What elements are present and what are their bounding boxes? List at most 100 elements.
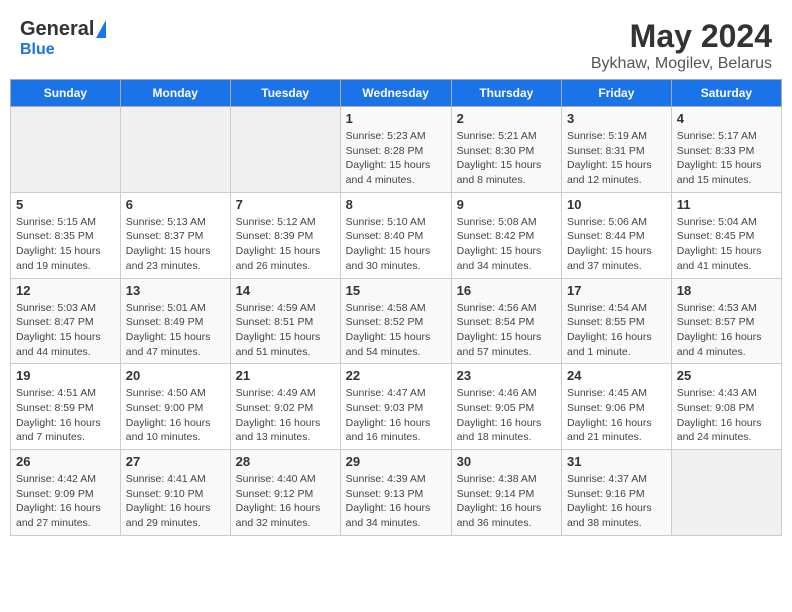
calendar-subtitle: Bykhaw, Mogilev, Belarus [591,55,772,73]
day-info: Sunrise: 5:12 AM Sunset: 8:39 PM Dayligh… [236,215,335,274]
calendar-week-row: 26Sunrise: 4:42 AM Sunset: 9:09 PM Dayli… [11,450,782,536]
day-info: Sunrise: 4:59 AM Sunset: 8:51 PM Dayligh… [236,301,335,360]
weekday-header: Wednesday [340,80,451,107]
day-info: Sunrise: 4:37 AM Sunset: 9:16 PM Dayligh… [567,472,666,531]
weekday-header: Sunday [11,80,121,107]
day-number: 10 [567,197,666,212]
calendar-day-cell: 29 Sunrise: 4:39 AM Sunset: 9:13 PM Dayli… [340,450,451,536]
weekday-header: Monday [120,80,230,107]
calendar-day-cell: 28 Sunrise: 4:40 AM Sunset: 9:12 PM Dayli… [230,450,340,536]
calendar-day-cell: 4Sunrise: 5:17 AM Sunset: 8:33 PM Daylig… [671,107,781,193]
day-number: 18 [677,283,776,298]
weekday-header: Saturday [671,80,781,107]
calendar-day-cell: 9 Sunrise: 5:08 AM Sunset: 8:42 PM Daylig… [451,192,561,278]
day-info: Sunrise: 5:08 AM Sunset: 8:42 PM Dayligh… [457,215,556,274]
day-info: Sunrise: 4:38 AM Sunset: 9:14 PM Dayligh… [457,472,556,531]
calendar-week-row: 12 Sunrise: 5:03 AM Sunset: 8:47 PM Dayli… [11,278,782,364]
day-info: Sunrise: 4:45 AM Sunset: 9:06 PM Dayligh… [567,386,666,445]
calendar-day-cell: 30 Sunrise: 4:38 AM Sunset: 9:14 PM Dayli… [451,450,561,536]
day-number: 31 [567,454,666,469]
day-info: Sunrise: 4:46 AM Sunset: 9:05 PM Dayligh… [457,386,556,445]
calendar-day-cell: 20Sunrise: 4:50 AM Sunset: 9:00 PM Dayli… [120,364,230,450]
calendar-day-cell: 31 Sunrise: 4:37 AM Sunset: 9:16 PM Dayli… [562,450,672,536]
day-number: 17 [567,283,666,298]
calendar-day-cell: 11 Sunrise: 5:04 AM Sunset: 8:45 PM Dayli… [671,192,781,278]
weekday-header: Tuesday [230,80,340,107]
calendar-day-cell: 8 Sunrise: 5:10 AM Sunset: 8:40 PM Daylig… [340,192,451,278]
day-number: 21 [236,368,335,383]
calendar-day-cell: 16Sunrise: 4:56 AM Sunset: 8:54 PM Dayli… [451,278,561,364]
calendar-day-cell: 3 Sunrise: 5:19 AM Sunset: 8:31 PM Daylig… [562,107,672,193]
day-info: Sunrise: 4:47 AM Sunset: 9:03 PM Dayligh… [346,386,446,445]
day-info: Sunrise: 5:10 AM Sunset: 8:40 PM Dayligh… [346,215,446,274]
calendar-day-cell: 19 Sunrise: 4:51 AM Sunset: 8:59 PM Dayli… [11,364,121,450]
calendar-day-cell: 23Sunrise: 4:46 AM Sunset: 9:05 PM Dayli… [451,364,561,450]
day-number: 25 [677,368,776,383]
day-number: 26 [16,454,115,469]
day-info: Sunrise: 4:51 AM Sunset: 8:59 PM Dayligh… [16,386,115,445]
day-number: 6 [126,197,225,212]
day-info: Sunrise: 4:49 AM Sunset: 9:02 PM Dayligh… [236,386,335,445]
calendar-day-cell: 10 Sunrise: 5:06 AM Sunset: 8:44 PM Dayli… [562,192,672,278]
day-info: Sunrise: 5:04 AM Sunset: 8:45 PM Dayligh… [677,215,776,274]
day-info: Sunrise: 4:40 AM Sunset: 9:12 PM Dayligh… [236,472,335,531]
day-info: Sunrise: 5:23 AM Sunset: 8:28 PM Dayligh… [346,129,446,188]
calendar-day-cell: 1 Sunrise: 5:23 AM Sunset: 8:28 PM Daylig… [340,107,451,193]
day-info: Sunrise: 5:21 AM Sunset: 8:30 PM Dayligh… [457,129,556,188]
day-number: 3 [567,111,666,126]
logo-blue-text: Blue [20,41,55,59]
day-info: Sunrise: 4:53 AM Sunset: 8:57 PM Dayligh… [677,301,776,360]
calendar-table: SundayMondayTuesdayWednesdayThursdayFrid… [10,79,782,536]
day-info: Sunrise: 5:19 AM Sunset: 8:31 PM Dayligh… [567,129,666,188]
calendar-day-cell: 25 Sunrise: 4:43 AM Sunset: 9:08 PM Dayli… [671,364,781,450]
calendar-day-cell: 17 Sunrise: 4:54 AM Sunset: 8:55 PM Dayli… [562,278,672,364]
day-info: Sunrise: 5:15 AM Sunset: 8:35 PM Dayligh… [16,215,115,274]
day-number: 2 [457,111,556,126]
day-info: Sunrise: 5:03 AM Sunset: 8:47 PM Dayligh… [16,301,115,360]
day-number: 16 [457,283,556,298]
calendar-week-row: 19 Sunrise: 4:51 AM Sunset: 8:59 PM Dayli… [11,364,782,450]
calendar-day-cell: 24Sunrise: 4:45 AM Sunset: 9:06 PM Dayli… [562,364,672,450]
day-info: Sunrise: 5:01 AM Sunset: 8:49 PM Dayligh… [126,301,225,360]
calendar-day-cell: 14 Sunrise: 4:59 AM Sunset: 8:51 PM Dayli… [230,278,340,364]
day-number: 19 [16,368,115,383]
weekday-header: Friday [562,80,672,107]
day-number: 29 [346,454,446,469]
calendar-day-cell: 12 Sunrise: 5:03 AM Sunset: 8:47 PM Dayli… [11,278,121,364]
day-info: Sunrise: 4:54 AM Sunset: 8:55 PM Dayligh… [567,301,666,360]
day-number: 30 [457,454,556,469]
calendar-week-row: 1 Sunrise: 5:23 AM Sunset: 8:28 PM Daylig… [11,107,782,193]
weekday-header: Thursday [451,80,561,107]
day-info: Sunrise: 4:43 AM Sunset: 9:08 PM Dayligh… [677,386,776,445]
calendar-day-cell [11,107,121,193]
day-number: 27 [126,454,225,469]
day-info: Sunrise: 5:13 AM Sunset: 8:37 PM Dayligh… [126,215,225,274]
calendar-day-cell [230,107,340,193]
day-number: 9 [457,197,556,212]
calendar-day-cell: 13Sunrise: 5:01 AM Sunset: 8:49 PM Dayli… [120,278,230,364]
calendar-day-cell [120,107,230,193]
calendar-week-row: 5 Sunrise: 5:15 AM Sunset: 8:35 PM Daylig… [11,192,782,278]
day-number: 11 [677,197,776,212]
calendar-day-cell: 15Sunrise: 4:58 AM Sunset: 8:52 PM Dayli… [340,278,451,364]
day-number: 28 [236,454,335,469]
day-number: 14 [236,283,335,298]
day-number: 8 [346,197,446,212]
day-number: 12 [16,283,115,298]
calendar-title: May 2024 [591,18,772,55]
day-number: 4 [677,111,776,126]
day-number: 5 [16,197,115,212]
calendar-day-cell: 27Sunrise: 4:41 AM Sunset: 9:10 PM Dayli… [120,450,230,536]
title-block: May 2024 Bykhaw, Mogilev, Belarus [591,18,772,73]
page-header: General Blue May 2024 Bykhaw, Mogilev, B… [10,10,782,79]
calendar-day-cell: 2 Sunrise: 5:21 AM Sunset: 8:30 PM Daylig… [451,107,561,193]
calendar-day-cell: 22Sunrise: 4:47 AM Sunset: 9:03 PM Dayli… [340,364,451,450]
logo-general-text: General [20,18,94,41]
day-info: Sunrise: 4:39 AM Sunset: 9:13 PM Dayligh… [346,472,446,531]
day-info: Sunrise: 5:06 AM Sunset: 8:44 PM Dayligh… [567,215,666,274]
day-number: 20 [126,368,225,383]
logo: General Blue [20,18,106,59]
day-number: 15 [346,283,446,298]
weekday-header-row: SundayMondayTuesdayWednesdayThursdayFrid… [11,80,782,107]
day-number: 1 [346,111,446,126]
